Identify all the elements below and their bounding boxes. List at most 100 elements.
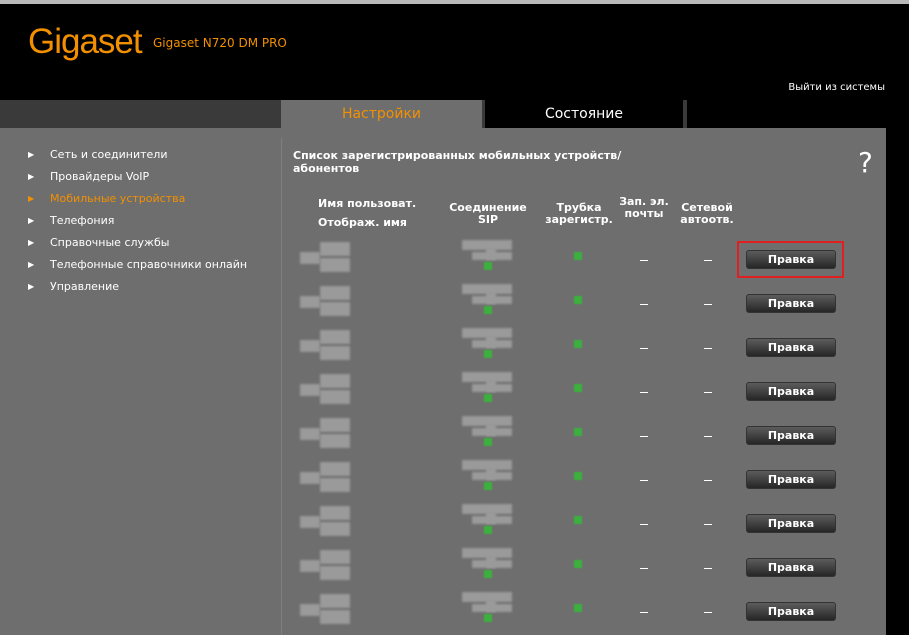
redacted-block (300, 428, 320, 440)
email-value (640, 348, 648, 349)
redacted-block (486, 336, 496, 348)
redacted-block (300, 516, 320, 528)
redacted-block (300, 472, 320, 484)
network-answer-value (704, 348, 712, 349)
email-value (640, 568, 648, 569)
redacted-block (300, 340, 320, 352)
edit-button[interactable]: Правка (746, 294, 836, 313)
email-value (640, 392, 648, 393)
redacted-block (320, 594, 350, 608)
redacted-block (486, 556, 496, 568)
handset-status-icon (574, 252, 582, 260)
column-header-display-name: Отображ. имя (318, 216, 407, 229)
sidebar-item-label: Провайдеры VoIP (50, 170, 150, 183)
sip-status-icon (484, 438, 492, 446)
redacted-block (320, 610, 350, 624)
redacted-block (300, 296, 320, 308)
column-header-email: Зап. эл. почты (619, 195, 669, 220)
arrow-right-icon: ▶ (28, 194, 35, 203)
tab-status[interactable]: Состояние (485, 100, 683, 128)
edit-button[interactable]: Правка (746, 382, 836, 401)
redacted-block (486, 380, 496, 392)
sidebar-item-info-services[interactable]: ▶ Справочные службы (28, 236, 278, 256)
panel-divider (281, 138, 282, 635)
column-header-network-answer: Сетевой автоотв. (680, 201, 734, 226)
redacted-block (320, 478, 350, 492)
arrow-right-icon: ▶ (28, 216, 35, 225)
handset-status-icon (574, 340, 582, 348)
tab-settings[interactable]: Настройки (281, 100, 482, 128)
redacted-block (300, 604, 320, 616)
redacted-block (300, 560, 320, 572)
redacted-block (486, 512, 496, 524)
email-value (640, 524, 648, 525)
sidebar-item-voip[interactable]: ▶ Провайдеры VoIP (28, 170, 278, 190)
network-answer-value (704, 524, 712, 525)
sidebar-item-network[interactable]: ▶ Сеть и соединители (28, 148, 278, 168)
device-model: Gigaset N720 DM PRO (153, 36, 287, 50)
redacted-block (320, 418, 350, 432)
arrow-right-icon: ▶ (28, 238, 35, 247)
sidebar-item-mobile-devices[interactable]: ▶ Мобильные устройства (28, 192, 278, 212)
sidebar-item-label: Мобильные устройства (50, 192, 186, 205)
redacted-block (486, 468, 496, 480)
redacted-block (486, 424, 496, 436)
arrow-right-icon: ▶ (28, 172, 35, 181)
email-value (640, 304, 648, 305)
network-answer-value (704, 480, 712, 481)
redacted-block (320, 286, 350, 300)
handset-status-icon (574, 296, 582, 304)
handset-status-icon (574, 516, 582, 524)
column-header-sip: Соединение SIP (449, 201, 527, 226)
sidebar-item-label: Телефонные справочники онлайн (50, 258, 248, 271)
sidebar-item-label: Справочные службы (50, 236, 170, 249)
column-header-handset: Трубка зарегистр. (545, 201, 613, 226)
handset-status-icon (574, 384, 582, 392)
network-answer-value (704, 392, 712, 393)
sidebar-item-label: Управление (50, 280, 120, 293)
handset-status-icon (574, 428, 582, 436)
edit-button[interactable]: Правка (746, 514, 836, 533)
logout-link[interactable]: Выйти из системы (788, 82, 885, 93)
sidebar-item-online-directories[interactable]: ▶ Телефонные справочники онлайн (28, 258, 278, 278)
network-answer-value (704, 436, 712, 437)
redacted-block (320, 566, 350, 580)
redacted-block (320, 390, 350, 404)
email-value (640, 436, 648, 437)
redacted-block (486, 292, 496, 304)
sip-status-icon (484, 262, 492, 270)
help-icon[interactable]: ? (858, 146, 873, 179)
redacted-block (320, 346, 350, 360)
sidebar-item-telephony[interactable]: ▶ Телефония (28, 214, 278, 234)
sip-status-icon (484, 394, 492, 402)
redacted-block (320, 506, 350, 520)
redacted-block (320, 330, 350, 344)
email-value (640, 480, 648, 481)
edit-button[interactable]: Правка (746, 338, 836, 357)
handset-status-icon (574, 472, 582, 480)
column-header-user-name: Имя пользоват. (318, 197, 417, 210)
network-answer-value (704, 304, 712, 305)
email-value (640, 260, 648, 261)
arrow-right-icon: ▶ (28, 260, 35, 269)
tab-empty (687, 100, 886, 128)
edit-button[interactable]: Правка (746, 470, 836, 489)
edit-button[interactable]: Правка (746, 426, 836, 445)
sidebar-item-management[interactable]: ▶ Управление (28, 280, 278, 300)
edit-button[interactable]: Правка (746, 602, 836, 621)
sidebar-item-label: Сеть и соединители (50, 148, 168, 161)
network-answer-value (704, 568, 712, 569)
redacted-block (320, 374, 350, 388)
handset-status-icon (574, 604, 582, 612)
redacted-block (320, 302, 350, 316)
sip-status-icon (484, 526, 492, 534)
network-answer-value (704, 260, 712, 261)
redacted-block (320, 462, 350, 476)
highlight-box (737, 241, 844, 278)
edit-button[interactable]: Правка (746, 558, 836, 577)
sidebar-item-label: Телефония (50, 214, 115, 227)
redacted-block (320, 522, 350, 536)
redacted-block (320, 434, 350, 448)
arrow-right-icon: ▶ (28, 150, 35, 159)
email-value (640, 612, 648, 613)
